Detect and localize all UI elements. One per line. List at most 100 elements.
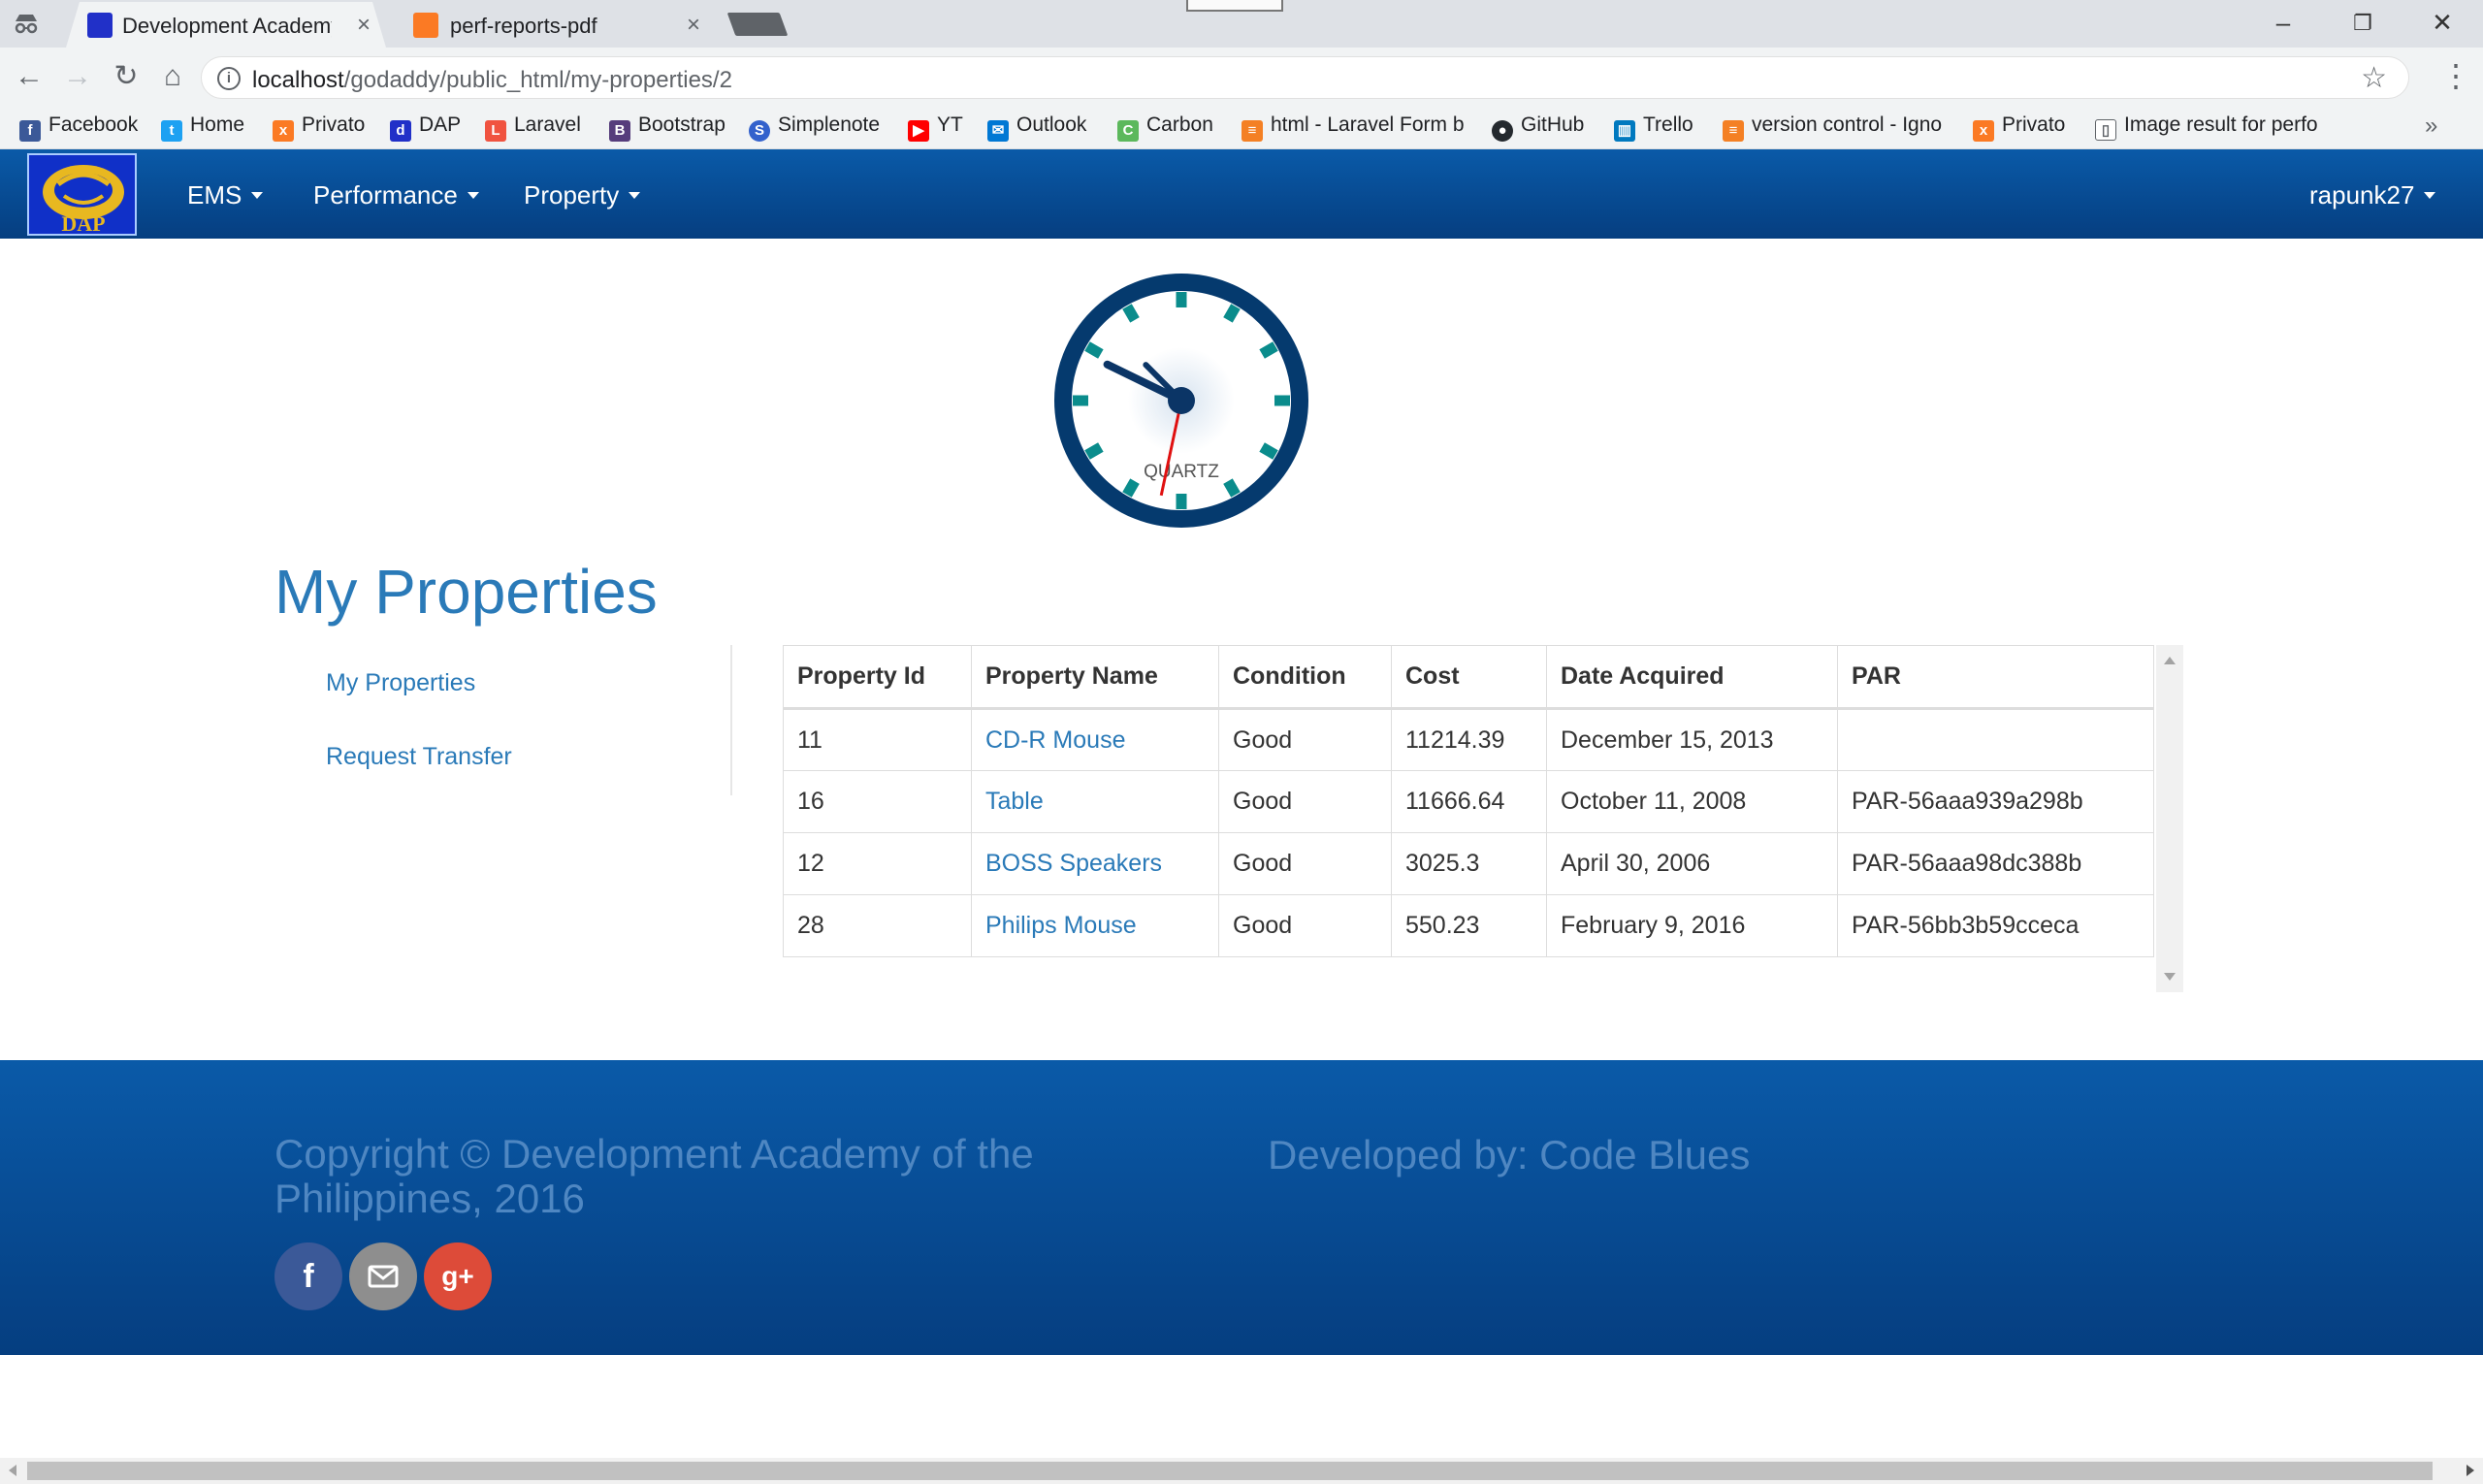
clock-hour-marker [1259, 442, 1278, 460]
analog-clock: QUARTZ [1054, 274, 1308, 528]
table-header-row: Property Id Property Name Condition Cost… [783, 645, 2154, 710]
mail-icon[interactable] [349, 1242, 417, 1310]
properties-table-container[interactable]: Property Id Property Name Condition Cost… [783, 645, 2183, 992]
bookmark-facebook[interactable]: f Facebook [19, 113, 138, 143]
window-handle[interactable] [1186, 0, 1283, 12]
bookmark-outlook[interactable]: ✉ Outlook [987, 113, 1086, 143]
table-row: 11 CD-R Mouse Good 11214.39 December 15,… [783, 708, 2154, 771]
column-header-par[interactable]: PAR [1837, 645, 2154, 710]
column-header-property-id[interactable]: Property Id [783, 645, 972, 710]
close-window-icon[interactable]: ✕ [2423, 8, 2462, 38]
bookmark-image-result[interactable]: ▯ Image result for perfo [2095, 113, 2328, 143]
dap-logo[interactable]: DAP [27, 153, 137, 236]
scroll-up-arrow-icon[interactable] [2164, 657, 2176, 664]
nav-property[interactable]: Property [524, 180, 641, 210]
bookmark-yt[interactable]: ▶ YT [908, 113, 963, 143]
property-link[interactable]: BOSS Speakers [985, 850, 1162, 877]
scroll-right-arrow-icon[interactable] [2467, 1465, 2474, 1476]
clock-label: QUARTZ [1144, 462, 1219, 482]
clock-hour-marker [1122, 478, 1140, 498]
incognito-icon [15, 15, 38, 34]
cell-property-name: Table [971, 770, 1219, 833]
xampp-icon: x [1973, 120, 1994, 142]
bookmark-github[interactable]: ● GitHub [1492, 113, 1584, 143]
table-vertical-scrollbar[interactable] [2156, 645, 2183, 992]
cell-condition: Good [1218, 894, 1392, 957]
bookmark-simplenote[interactable]: S Simplenote [749, 113, 880, 143]
table-row: 28 Philips Mouse Good 550.23 February 9,… [783, 894, 2154, 957]
close-tab-icon[interactable]: × [687, 12, 700, 39]
bookmark-privato-2[interactable]: x Privato [1973, 113, 2065, 143]
scroll-down-arrow-icon[interactable] [2164, 973, 2176, 981]
cell-cost: 11214.39 [1391, 708, 1547, 771]
column-header-property-name[interactable]: Property Name [971, 645, 1219, 710]
back-icon[interactable]: ← [8, 55, 50, 98]
bookmark-bootstrap[interactable]: B Bootstrap [609, 113, 726, 143]
page-title: My Properties [274, 557, 658, 627]
browser-toolbar: ← → ↻ ⌂ i localhost/godaddy/public_html/… [0, 48, 2483, 109]
address-bar[interactable]: i localhost/godaddy/public_html/my-prope… [201, 56, 2409, 99]
new-tab-button[interactable] [726, 13, 789, 36]
nav-ems[interactable]: EMS [187, 180, 264, 210]
bookmark-carbon[interactable]: C Carbon [1117, 113, 1213, 143]
property-link[interactable]: CD-R Mouse [985, 726, 1125, 754]
dap-logo-icon: DAP [43, 165, 124, 234]
scrollbar-thumb[interactable] [27, 1462, 2433, 1480]
clock-hour-marker [1122, 304, 1140, 323]
caret-down-icon [467, 192, 479, 199]
page-horizontal-scrollbar[interactable] [0, 1458, 2483, 1484]
clock-hour-marker [1259, 341, 1278, 359]
url-text[interactable]: localhost/godaddy/public_html/my-propert… [252, 67, 732, 94]
cell-cost: 11666.64 [1391, 770, 1547, 833]
twitter-icon: t [161, 120, 182, 142]
bookmark-laravel[interactable]: L Laravel [485, 113, 581, 143]
column-header-condition[interactable]: Condition [1218, 645, 1392, 710]
more-bookmarks-icon[interactable]: » [2425, 113, 2437, 140]
column-header-cost[interactable]: Cost [1391, 645, 1547, 710]
bookmark-privato[interactable]: x Privato [273, 113, 365, 143]
cell-property-name: Philips Mouse [971, 894, 1219, 957]
nav-performance[interactable]: Performance [313, 180, 479, 210]
user-menu[interactable]: rapunk27 [2309, 180, 2436, 210]
reload-icon[interactable]: ↻ [105, 55, 147, 98]
site-info-icon[interactable]: i [217, 67, 241, 90]
cell-par: PAR-56aaa939a298b [1837, 770, 2154, 833]
browser-tab-strip: Development Academy c × perf-reports-pdf… [0, 0, 2483, 48]
cell-property-name: CD-R Mouse [971, 708, 1219, 771]
xampp-favicon-icon [413, 13, 438, 38]
youtube-icon: ▶ [908, 120, 929, 142]
restore-icon[interactable]: ❐ [2343, 11, 2382, 36]
cell-condition: Good [1218, 770, 1392, 833]
developed-by-text: Developed by: Code Blues [1268, 1132, 1751, 1178]
table-row: 16 Table Good 11666.64 October 11, 2008 … [783, 770, 2154, 833]
minimize-icon[interactable]: – [2264, 8, 2303, 38]
facebook-icon[interactable]: f [274, 1242, 342, 1310]
browser-menu-icon[interactable]: ⋮ [2440, 57, 2471, 94]
bookmark-dap[interactable]: d DAP [390, 113, 461, 143]
clock-hour-marker [1223, 478, 1241, 498]
sidebar-item-request-transfer[interactable]: Request Transfer [326, 743, 512, 771]
scroll-left-arrow-icon[interactable] [9, 1465, 16, 1476]
bookmark-trello[interactable]: ▥ Trello [1614, 113, 1693, 143]
cell-par: PAR-56aaa98dc388b [1837, 832, 2154, 895]
bookmark-version-control[interactable]: ≡ version control - Igno [1723, 113, 1950, 143]
sidebar-item-my-properties[interactable]: My Properties [326, 669, 475, 697]
google-plus-icon[interactable]: g+ [424, 1242, 492, 1310]
outlook-icon: ✉ [987, 120, 1009, 142]
forward-icon[interactable]: → [56, 55, 99, 98]
bookmark-star-icon[interactable]: ☆ [2361, 61, 2387, 95]
cell-property-id: 11 [783, 708, 972, 771]
tab-perf-reports-pdf[interactable]: perf-reports-pdf × [396, 2, 726, 48]
bookmark-home[interactable]: t Home [161, 113, 244, 143]
close-tab-icon[interactable]: × [357, 12, 371, 39]
tab-development-academy[interactable]: Development Academy c × [66, 2, 386, 48]
property-link[interactable]: Table [985, 788, 1044, 815]
github-icon: ● [1492, 120, 1513, 142]
dap-icon: d [390, 120, 411, 142]
column-header-date-acquired[interactable]: Date Acquired [1546, 645, 1838, 710]
home-icon[interactable]: ⌂ [151, 55, 194, 98]
properties-table: Property Id Property Name Condition Cost… [783, 645, 2154, 957]
tab-title: perf-reports-pdf [450, 14, 597, 38]
bookmark-laravel-form[interactable]: ≡ html - Laravel Form b [1242, 113, 1474, 143]
property-link[interactable]: Philips Mouse [985, 912, 1137, 939]
